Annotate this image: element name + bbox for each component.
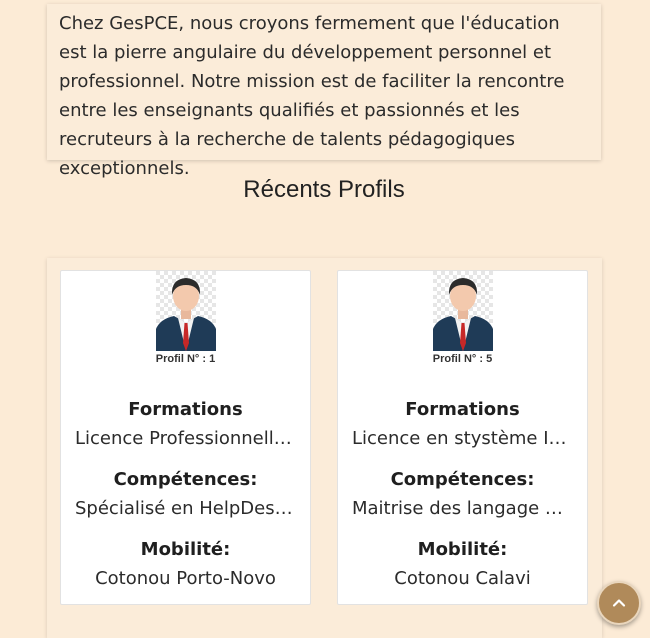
avatar-icon	[155, 271, 216, 351]
formations-label: Formations	[128, 399, 243, 420]
competences-value: Maitrise des langage de programmation	[352, 498, 573, 519]
profile-number: Profil N° : 1	[155, 353, 216, 365]
competences-value: Spécialisé en HelpDesk/Support	[75, 498, 296, 519]
formations-label: Formations	[405, 399, 520, 420]
formations-value: Licence Professionnelle en Informatique	[75, 428, 296, 449]
profile-card[interactable]: Profil N° : 5 Formations Licence en stys…	[337, 270, 588, 605]
avatar-icon	[432, 271, 493, 351]
formations-value: Licence en stystème Informatique	[352, 428, 573, 449]
section-title: Récents Profils	[243, 176, 405, 203]
mobilite-value: Cotonou Porto-Novo	[95, 568, 276, 589]
intro-text: Chez GesPCE, nous croyons fermement que …	[59, 13, 565, 179]
avatar	[155, 271, 216, 351]
mobilite-value: Cotonou Calavi	[394, 568, 531, 589]
competences-label: Compétences:	[390, 469, 535, 490]
chevron-up-icon	[612, 599, 626, 607]
intro-card: Chez GesPCE, nous croyons fermement que …	[47, 4, 601, 179]
scroll-to-top-button[interactable]	[597, 581, 641, 625]
avatar	[432, 271, 493, 351]
profile-card[interactable]: Profil N° : 1 Formations Licence Profess…	[60, 270, 311, 605]
competences-label: Compétences:	[113, 469, 258, 490]
mobilite-label: Mobilité:	[140, 539, 231, 560]
profile-number: Profil N° : 5	[432, 353, 493, 365]
mobilite-label: Mobilité:	[417, 539, 508, 560]
